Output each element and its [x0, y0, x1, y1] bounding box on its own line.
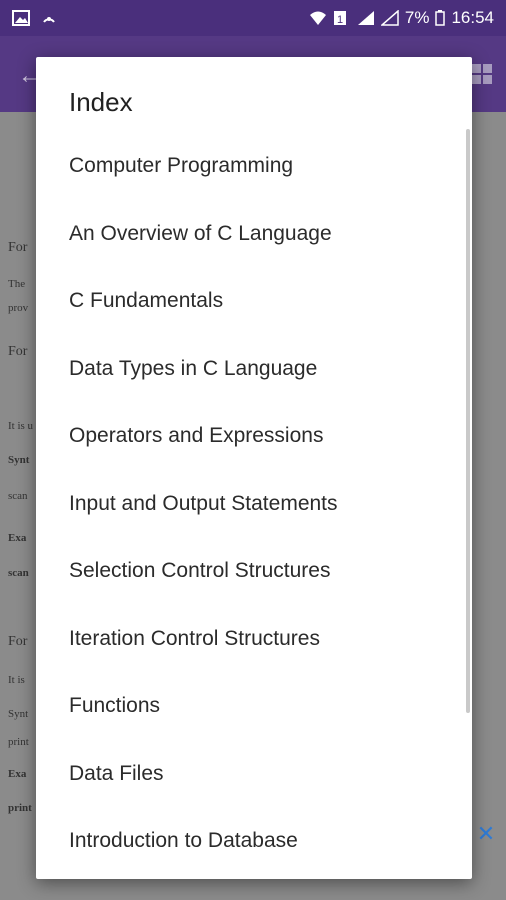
index-item[interactable]: Iteration Control Structures — [36, 605, 472, 673]
doc-fragment: scan — [8, 567, 29, 579]
grid-view-icon[interactable] — [472, 64, 492, 84]
doc-fragment: scan — [8, 490, 28, 502]
signal-icon — [357, 10, 375, 26]
index-item[interactable]: Selection Control Structures — [36, 537, 472, 605]
signal-icon — [379, 9, 399, 26]
ad-close-icon[interactable]: ✕ — [474, 822, 498, 846]
index-item[interactable]: Operators and Expressions — [36, 402, 472, 470]
index-item[interactable]: Data Files — [36, 740, 472, 808]
doc-fragment: For — [8, 240, 28, 255]
doc-fragment: It is u — [8, 420, 34, 432]
doc-fragment: The — [8, 278, 26, 290]
sim-icon: 1 — [333, 10, 351, 26]
svg-text:1: 1 — [337, 14, 343, 26]
index-item[interactable]: Data Types in C Language — [36, 335, 472, 403]
index-item[interactable]: Functions — [36, 672, 472, 740]
doc-fragment: Synt — [8, 454, 30, 466]
index-item[interactable]: Input and Output Statements — [36, 470, 472, 538]
index-item[interactable]: C Fundamentals — [36, 267, 472, 335]
status-bar: 1 7% 16:54 — [0, 0, 506, 36]
index-list: Computer Programming An Overview of C La… — [36, 132, 472, 875]
doc-fragment: For — [8, 344, 28, 359]
wifi-hotspot-icon — [40, 10, 58, 26]
index-dialog: Index Computer Programming An Overview o… — [36, 57, 472, 879]
index-item[interactable]: Computer Programming — [36, 132, 472, 200]
doc-fragment: It is — [8, 674, 25, 686]
index-item[interactable]: Introduction to Database — [36, 807, 472, 875]
clock: 16:54 — [451, 8, 494, 27]
doc-fragment: Exa — [8, 532, 27, 544]
scrollbar[interactable] — [466, 129, 470, 713]
index-item[interactable]: An Overview of C Language — [36, 200, 472, 268]
wifi-icon — [309, 10, 327, 26]
image-icon — [12, 10, 30, 26]
doc-fragment: print — [8, 736, 29, 748]
doc-fragment: prov — [8, 302, 29, 314]
battery-icon — [435, 10, 446, 26]
doc-fragment: print — [8, 802, 32, 814]
doc-fragment: For — [8, 634, 28, 649]
dialog-title: Index — [69, 87, 133, 117]
battery-percent: 7% — [404, 8, 430, 27]
doc-fragment: Synt — [8, 708, 29, 720]
doc-fragment: Exa — [8, 768, 27, 780]
